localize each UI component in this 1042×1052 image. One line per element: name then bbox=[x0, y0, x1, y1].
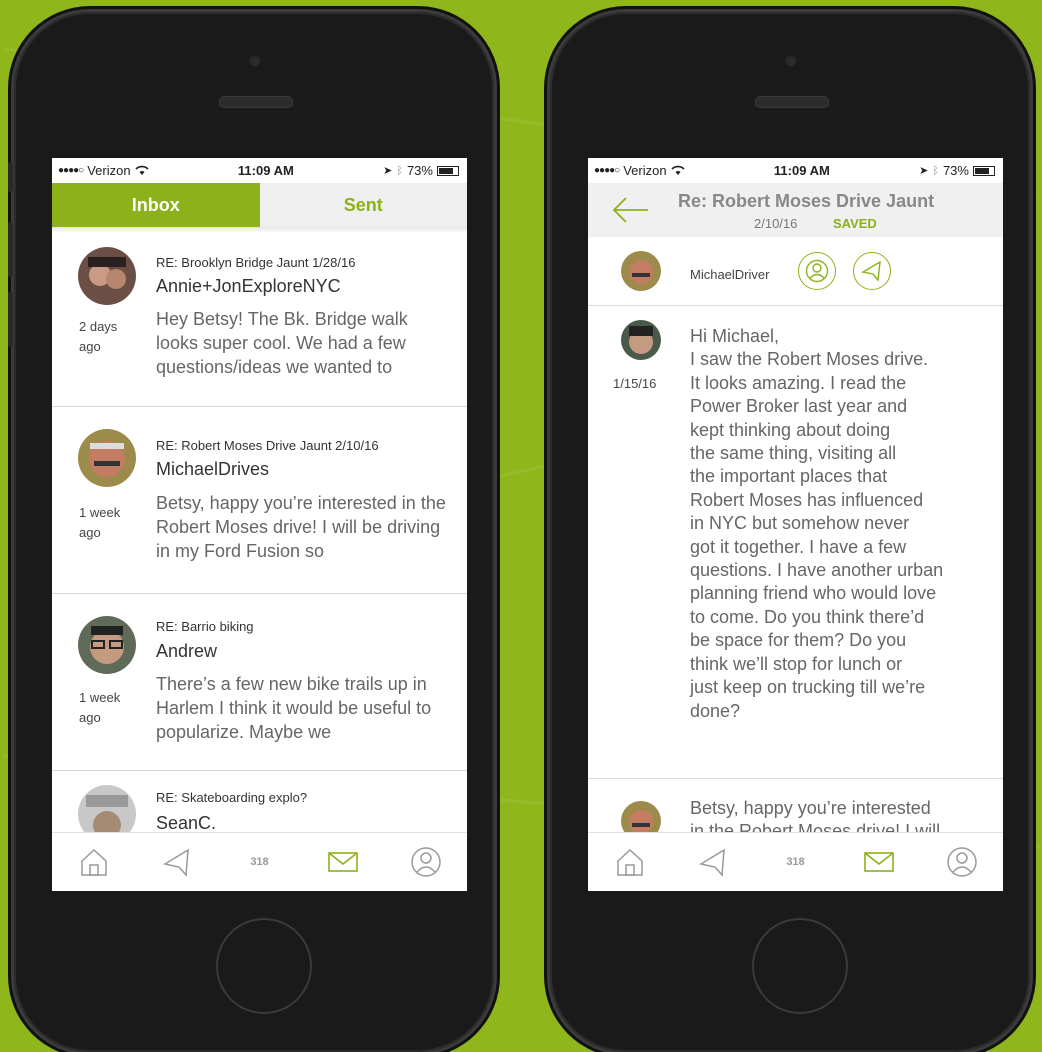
conversation-title: Re: Robert Moses Drive Jaunt bbox=[678, 191, 935, 211]
volume-down-button bbox=[8, 292, 13, 347]
battery-icon bbox=[972, 165, 995, 176]
tab-explore[interactable] bbox=[157, 842, 197, 882]
avatar bbox=[78, 616, 136, 674]
bluetooth-icon: ᛒ bbox=[932, 164, 939, 177]
front-camera bbox=[784, 54, 798, 68]
tab-mail[interactable] bbox=[323, 842, 363, 882]
status-time: 11:09 AM bbox=[237, 163, 294, 178]
avatar bbox=[621, 251, 661, 291]
message-row[interactable]: 1 week ago RE: Barrio biking Andrew Ther… bbox=[52, 594, 467, 771]
volume-up-button bbox=[8, 222, 13, 277]
message-subject: RE: Barrio biking bbox=[156, 619, 254, 634]
wifi-icon bbox=[671, 165, 685, 175]
battery-percent: 73% bbox=[406, 163, 433, 178]
conversation-date: 2/10/16 bbox=[754, 216, 798, 231]
view-profile-button[interactable] bbox=[798, 252, 836, 290]
earpiece-speaker bbox=[755, 96, 829, 108]
tab-points[interactable]: 318 bbox=[776, 842, 816, 882]
detail-screen: ●●●●○ Verizon 11:09 AM ➤ ᛒ 73% Re: Robert… bbox=[588, 158, 1003, 891]
status-bar: ●●●●○ Verizon 11:09 AM ➤ ᛒ 73% bbox=[52, 158, 467, 183]
back-arrow-icon[interactable] bbox=[610, 195, 650, 225]
mail-icon bbox=[863, 852, 894, 872]
message-preview: Hey Betsy! The Bk. Bridge walk looks sup… bbox=[156, 309, 408, 377]
message-preview: There’s a few new bike trails up in Harl… bbox=[156, 674, 432, 742]
signal-icon: ●●●●○ bbox=[58, 165, 84, 176]
participant-name: MichaelDriver bbox=[690, 267, 770, 282]
profile-icon bbox=[805, 259, 829, 283]
battery-icon bbox=[436, 165, 459, 176]
tab-mail[interactable] bbox=[859, 842, 899, 882]
signal-icon: ●●●●○ bbox=[594, 165, 620, 176]
front-camera bbox=[248, 54, 262, 68]
conversation-message: 1/15/16 Hi Michael, I saw the Robert Mos… bbox=[588, 306, 1003, 779]
tab-profile[interactable] bbox=[406, 842, 446, 882]
tab-sent[interactable]: Sent bbox=[259, 183, 467, 227]
explore-icon bbox=[698, 848, 725, 877]
bluetooth-icon: ᛒ bbox=[396, 164, 403, 177]
tab-home[interactable] bbox=[74, 842, 114, 882]
participant-row: MichaelDriver bbox=[588, 237, 1003, 306]
bottom-tab-bar: 318 bbox=[52, 832, 467, 891]
message-sender: Andrew bbox=[156, 641, 218, 661]
status-time: 11:09 AM bbox=[773, 163, 830, 178]
avatar bbox=[621, 320, 661, 360]
message-sender: MichaelDrives bbox=[156, 459, 270, 479]
carrier-name: Verizon bbox=[87, 163, 131, 178]
message-sender: SeanC. bbox=[156, 813, 217, 833]
message-body: Hi Michael, I saw the Robert Moses drive… bbox=[690, 326, 944, 721]
phone-inbox: ●●●●○ Verizon 11:09 AM ➤ ᛒ 73% Inbox Sent… bbox=[8, 12, 494, 1052]
home-button[interactable] bbox=[216, 918, 312, 1014]
mail-icon bbox=[327, 852, 358, 872]
phone-detail: ●●●●○ Verizon 11:09 AM ➤ ᛒ 73% Re: Robert… bbox=[550, 12, 1030, 1052]
message-date: 1/15/16 bbox=[613, 376, 657, 391]
avatar bbox=[78, 247, 136, 305]
message-subject: RE: Skateboarding explo? bbox=[156, 790, 308, 805]
tab-home[interactable] bbox=[610, 842, 650, 882]
wifi-icon bbox=[135, 165, 149, 175]
message-subject: RE: Brooklyn Bridge Jaunt 1/28/16 bbox=[156, 255, 356, 270]
conversation-header: Re: Robert Moses Drive Jaunt 2/10/16 SAV… bbox=[588, 183, 1003, 237]
message-preview: Betsy, happy you’re interested in the Ro… bbox=[156, 493, 446, 561]
tab-points[interactable]: 318 bbox=[240, 842, 280, 882]
message-row[interactable]: 2 days ago RE: Brooklyn Bridge Jaunt 1/2… bbox=[52, 233, 467, 407]
message-age: 1 week ago bbox=[79, 505, 121, 540]
avatar bbox=[78, 429, 136, 487]
location-icon: ➤ bbox=[919, 165, 929, 177]
tab-inbox[interactable]: Inbox bbox=[52, 183, 260, 227]
mute-switch bbox=[8, 162, 13, 192]
explore-icon bbox=[162, 848, 189, 877]
points-badge: 318 bbox=[786, 856, 805, 868]
inbox-screen: ●●●●○ Verizon 11:09 AM ➤ ᛒ 73% Inbox Sent… bbox=[52, 158, 467, 891]
explore-icon bbox=[861, 260, 881, 282]
tab-profile[interactable] bbox=[942, 842, 982, 882]
saved-status: SAVED bbox=[833, 216, 877, 231]
earpiece-speaker bbox=[219, 96, 293, 108]
location-icon: ➤ bbox=[383, 165, 393, 177]
view-jaunt-button[interactable] bbox=[853, 252, 891, 290]
battery-percent: 73% bbox=[942, 163, 969, 178]
message-sender: Annie+JonExploreNYC bbox=[156, 276, 341, 296]
home-button[interactable] bbox=[752, 918, 848, 1014]
message-age: 1 week ago bbox=[79, 690, 121, 725]
message-row[interactable]: 1 week ago RE: Robert Moses Drive Jaunt … bbox=[52, 407, 467, 594]
status-bar: ●●●●○ Verizon 11:09 AM ➤ ᛒ 73% bbox=[588, 158, 1003, 183]
tab-explore[interactable] bbox=[693, 842, 733, 882]
points-badge: 318 bbox=[250, 856, 269, 868]
mailbox-tabs: Inbox Sent bbox=[52, 183, 467, 227]
profile-icon bbox=[410, 847, 441, 877]
bottom-tab-bar: 318 bbox=[588, 832, 1003, 891]
carrier-name: Verizon bbox=[623, 163, 667, 178]
profile-icon bbox=[946, 847, 977, 877]
home-icon bbox=[616, 848, 643, 876]
message-age: 2 days ago bbox=[79, 319, 118, 354]
home-icon bbox=[80, 848, 107, 876]
message-subject: RE: Robert Moses Drive Jaunt 2/10/16 bbox=[156, 438, 379, 453]
